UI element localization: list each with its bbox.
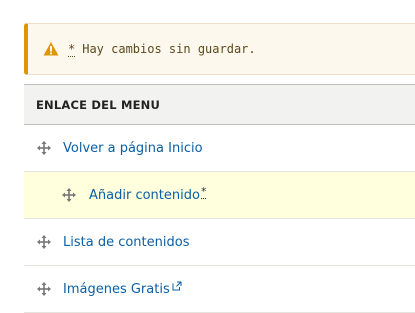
warning-message: * Hay cambios sin guardar. bbox=[68, 42, 256, 57]
menu-link-lista-contenidos[interactable]: Lista de contenidos bbox=[63, 235, 189, 250]
changed-marker: * bbox=[68, 42, 76, 57]
warning-message-text: Hay cambios sin guardar. bbox=[82, 42, 256, 56]
column-header-menu-link: ENLACE DEL MENU bbox=[36, 97, 161, 112]
external-link-icon bbox=[172, 281, 182, 291]
drag-handle-icon[interactable] bbox=[37, 235, 51, 249]
table-row: Volver a página Inicio bbox=[24, 125, 415, 172]
menu-link-imagenes-gratis[interactable]: Imágenes Gratis bbox=[63, 282, 170, 297]
menu-link-anadir-contenido[interactable]: Añadir contenido bbox=[89, 188, 200, 203]
menu-link-volver-inicio[interactable]: Volver a página Inicio bbox=[63, 141, 203, 156]
drag-handle-icon[interactable] bbox=[62, 188, 76, 202]
table-row: Lista de contenidos bbox=[24, 219, 415, 266]
table-row: Imágenes Gratis bbox=[24, 266, 415, 313]
unsaved-changes-warning: * Hay cambios sin guardar. bbox=[24, 23, 415, 75]
table-header: ENLACE DEL MENU bbox=[24, 84, 415, 125]
warning-icon bbox=[43, 42, 59, 56]
drag-handle-icon[interactable] bbox=[37, 141, 51, 155]
drag-handle-icon[interactable] bbox=[37, 282, 51, 296]
table-row: Añadir contenido * bbox=[24, 172, 415, 219]
changed-marker: * bbox=[200, 185, 207, 199]
